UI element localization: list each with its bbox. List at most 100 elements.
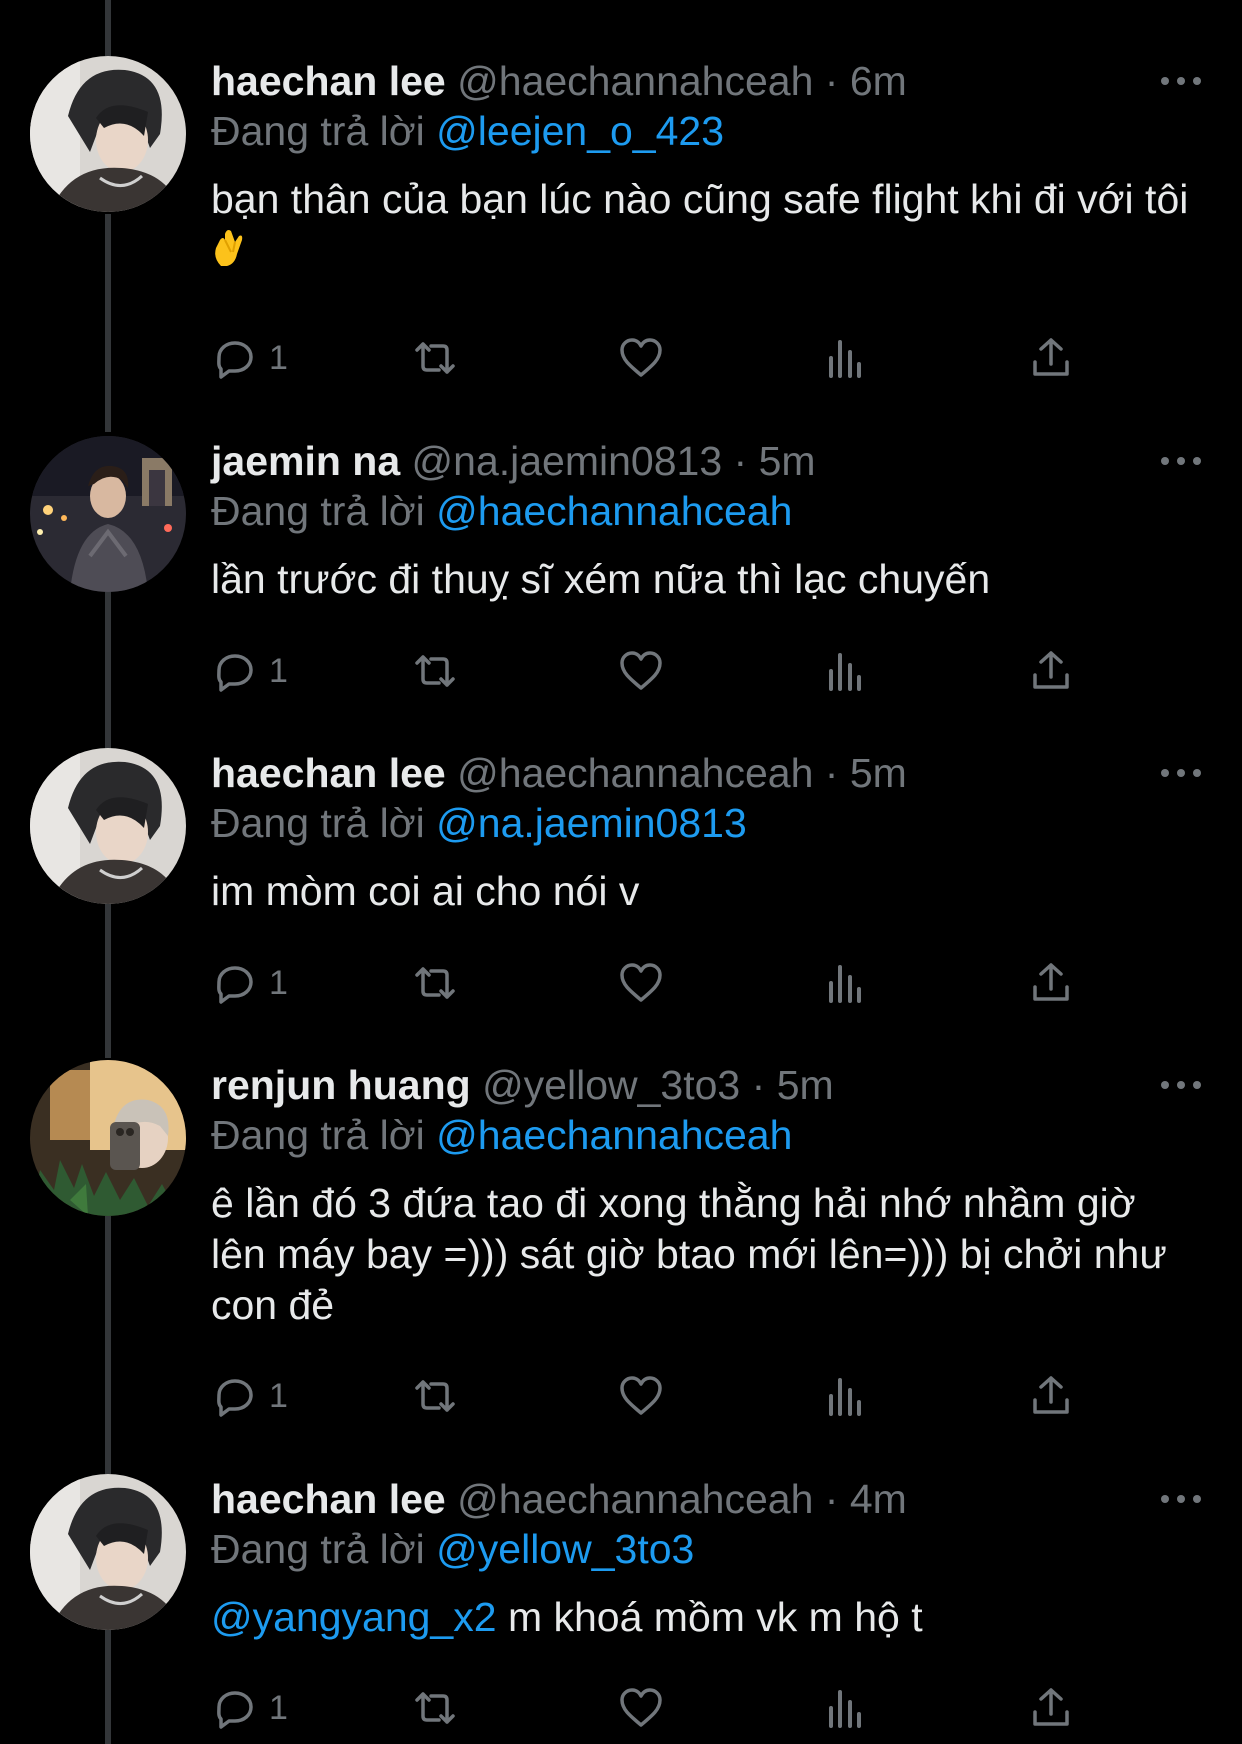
- like-button[interactable]: [617, 646, 665, 696]
- replying-to: Đang trả lời @yellow_3to3: [211, 1524, 1201, 1578]
- thread-line: [105, 214, 111, 432]
- display-name[interactable]: haechan lee: [211, 1476, 446, 1522]
- share-icon: [1033, 1376, 1069, 1414]
- tweet-body: ê lần đó 3 đứa tao đi xong thằng hải nhớ…: [211, 1180, 1167, 1328]
- share-button[interactable]: [1027, 646, 1075, 696]
- share-icon: [1033, 651, 1069, 689]
- user-handle[interactable]: @haechannahceah: [457, 750, 813, 796]
- retweet-button[interactable]: [411, 958, 459, 1008]
- display-name[interactable]: jaemin na: [211, 438, 400, 484]
- share-button[interactable]: [1027, 1371, 1075, 1421]
- reply-count: 1: [269, 338, 288, 377]
- tweet-body: im mòm coi ai cho nói v: [211, 868, 640, 914]
- views-button[interactable]: [821, 333, 869, 383]
- like-button[interactable]: [617, 958, 665, 1008]
- separator: ·: [824, 58, 839, 104]
- share-icon: [1033, 338, 1069, 376]
- user-handle[interactable]: @yellow_3to3: [482, 1062, 740, 1108]
- crossed-fingers-emoji: [215, 230, 243, 266]
- more-options-icon[interactable]: [1161, 748, 1201, 798]
- reply-count: 1: [269, 1688, 288, 1727]
- tweet-header: renjun huang @yellow_3to3 · 5m: [211, 1060, 1201, 1110]
- thread-line: [105, 1216, 111, 1474]
- more-options-icon[interactable]: [1161, 436, 1201, 486]
- replying-to-mention[interactable]: @leejen_o_423: [436, 108, 724, 154]
- heart-icon: [620, 963, 662, 1002]
- reply-button[interactable]: 1: [211, 1371, 288, 1421]
- timestamp[interactable]: 5m: [759, 438, 816, 484]
- thread-line: [105, 0, 111, 56]
- like-button[interactable]: [617, 333, 665, 383]
- retweet-button[interactable]: [411, 646, 459, 696]
- retweet-icon: [415, 967, 455, 999]
- separator: ·: [824, 1476, 839, 1522]
- share-button[interactable]: [1027, 333, 1075, 383]
- tweet-header: jaemin na @na.jaemin0813 · 5m: [211, 436, 1201, 486]
- reply-thread: haechan lee @haechannahceah · 6m Đang tr…: [0, 0, 1242, 1744]
- avatar[interactable]: [30, 436, 186, 592]
- replying-to-label: Đang trả lời: [211, 488, 425, 534]
- replying-to-mention[interactable]: @na.jaemin0813: [436, 800, 747, 846]
- views-button[interactable]: [821, 1371, 869, 1421]
- user-handle[interactable]: @na.jaemin0813: [412, 438, 723, 484]
- display-name[interactable]: haechan lee: [211, 58, 446, 104]
- avatar[interactable]: [30, 1060, 186, 1216]
- reply-button[interactable]: 1: [211, 646, 288, 696]
- avatar[interactable]: [30, 1474, 186, 1630]
- tweet-content: haechan lee @haechannahceah · 6m Đang tr…: [211, 56, 1201, 276]
- avatar[interactable]: [30, 56, 186, 212]
- tweet-body: m khoá mồm vk m hộ t: [507, 1594, 923, 1640]
- tweet-actions: 1: [211, 958, 1111, 1008]
- analytics-icon: [829, 653, 861, 691]
- replying-to-label: Đang trả lời: [211, 800, 425, 846]
- tweet-body: bạn thân của bạn lúc nào cũng safe fligh…: [211, 176, 1189, 222]
- reply-button[interactable]: 1: [211, 1683, 288, 1733]
- retweet-button[interactable]: [411, 1683, 459, 1733]
- more-options-icon[interactable]: [1161, 1060, 1201, 1110]
- retweet-icon: [415, 1692, 455, 1724]
- timestamp[interactable]: 5m: [777, 1062, 834, 1108]
- separator: ·: [751, 1062, 766, 1108]
- timestamp[interactable]: 6m: [850, 58, 907, 104]
- analytics-icon: [829, 1690, 861, 1728]
- like-button[interactable]: [617, 1683, 665, 1733]
- share-button[interactable]: [1027, 1683, 1075, 1733]
- replying-to: Đang trả lời @haechannahceah: [211, 486, 1201, 540]
- replying-to: Đang trả lời @leejen_o_423: [211, 106, 1201, 160]
- tweet-actions: 1: [211, 1683, 1111, 1733]
- replying-to-mention[interactable]: @yellow_3to3: [436, 1526, 694, 1572]
- replying-to: Đang trả lời @haechannahceah: [211, 1110, 1201, 1164]
- more-options-icon[interactable]: [1161, 56, 1201, 106]
- display-name[interactable]: renjun huang: [211, 1062, 471, 1108]
- share-button[interactable]: [1027, 958, 1075, 1008]
- tweet-text: bạn thân của bạn lúc nào cũng safe fligh…: [211, 174, 1201, 276]
- reply-count: 1: [269, 1376, 288, 1415]
- reply-button[interactable]: 1: [211, 958, 288, 1008]
- user-handle[interactable]: @haechannahceah: [457, 1476, 813, 1522]
- user-handle[interactable]: @haechannahceah: [457, 58, 813, 104]
- tweet-actions: 1: [211, 646, 1111, 696]
- tweet-header: haechan lee @haechannahceah · 6m: [211, 56, 1201, 106]
- views-button[interactable]: [821, 958, 869, 1008]
- views-button[interactable]: [821, 1683, 869, 1733]
- display-name[interactable]: haechan lee: [211, 750, 446, 796]
- thread-line: [105, 1630, 111, 1744]
- retweet-button[interactable]: [411, 333, 459, 383]
- retweet-button[interactable]: [411, 1371, 459, 1421]
- replying-to-mention[interactable]: @haechannahceah: [436, 488, 792, 534]
- views-button[interactable]: [821, 646, 869, 696]
- replying-to-mention[interactable]: @haechannahceah: [436, 1112, 792, 1158]
- like-button[interactable]: [617, 1371, 665, 1421]
- tweet-content: haechan lee @haechannahceah · 4m Đang tr…: [211, 1474, 1201, 1643]
- more-options-icon[interactable]: [1161, 1474, 1201, 1524]
- timestamp[interactable]: 4m: [850, 1476, 907, 1522]
- reply-icon: [217, 966, 253, 1004]
- body-mention[interactable]: @yangyang_x2: [211, 1594, 497, 1640]
- timestamp[interactable]: 5m: [850, 750, 907, 796]
- reply-button[interactable]: 1: [211, 333, 288, 383]
- tweet-content: jaemin na @na.jaemin0813 · 5m Đang trả l…: [211, 436, 1201, 605]
- replying-to: Đang trả lời @na.jaemin0813: [211, 798, 1201, 852]
- avatar[interactable]: [30, 748, 186, 904]
- share-icon: [1033, 963, 1069, 1001]
- retweet-icon: [415, 1380, 455, 1412]
